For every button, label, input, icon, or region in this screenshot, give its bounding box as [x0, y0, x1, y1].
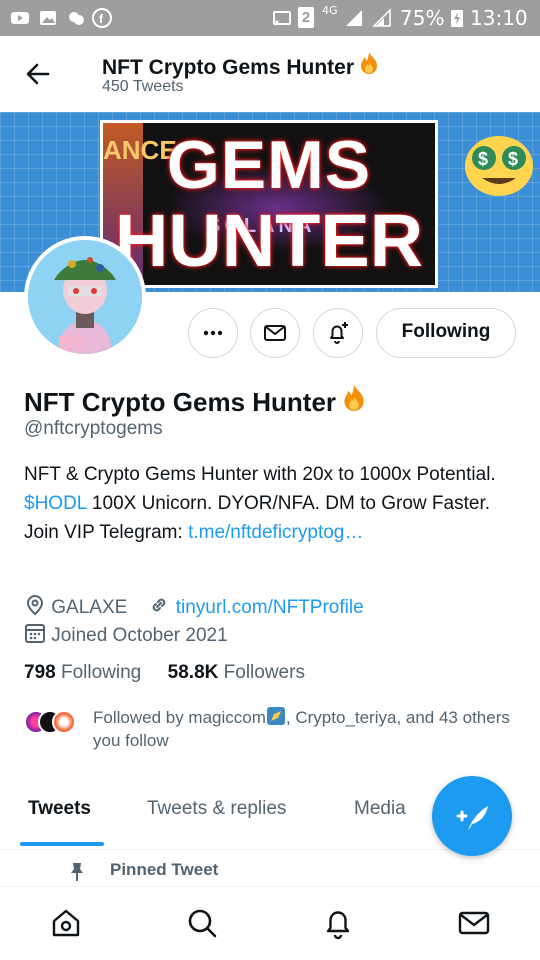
signal-2-icon	[372, 8, 391, 27]
signal-icon	[346, 10, 362, 26]
followed-by-text: Followed by magiccom, Crypto_teriya, and…	[93, 707, 510, 750]
svg-text:BY: BY	[58, 333, 86, 354]
calendar-icon	[25, 624, 45, 643]
meta-location-website: GALAXE tinyurl.com/NFTProfile	[24, 594, 364, 619]
search-icon[interactable]	[184, 905, 220, 941]
banner-line1: GEMS	[166, 127, 372, 203]
sim-badge: 2	[298, 7, 314, 28]
weather-icon	[69, 12, 84, 25]
profile-joined: Joined October 2021	[51, 625, 228, 646]
money-face-icon: $ $	[465, 136, 533, 196]
following-stat[interactable]: 798 Following	[24, 662, 141, 683]
gallery-icon	[40, 11, 56, 25]
profile-location: GALAXE	[51, 597, 128, 618]
pin-icon	[71, 863, 83, 881]
banner-line2: HUNTER	[114, 199, 424, 282]
profile-name: NFT Crypto Gems Hunter	[24, 382, 372, 418]
link-icon	[153, 598, 166, 612]
youtube-icon	[11, 12, 29, 24]
profile-handle: @nftcryptogems	[24, 418, 163, 439]
meta-joined: Joined October 2021	[24, 622, 228, 647]
bell-icon[interactable]	[320, 905, 356, 941]
followed-by[interactable]: Followed by magiccom, Crypto_teriya, and…	[24, 706, 524, 752]
arrow-left-icon[interactable]	[22, 58, 54, 90]
followers-stat[interactable]: 58.8K Followers	[168, 662, 305, 683]
fire-icon	[344, 384, 364, 411]
location-pin-icon	[26, 594, 44, 616]
profile-stats: 798 Following 58.8K Followers	[24, 662, 305, 684]
envelope-icon	[264, 325, 286, 341]
profile-header: NFT Crypto Gems Hunter 450 Tweets	[0, 36, 540, 112]
network-type: 4G	[322, 4, 338, 17]
profile-bio: NFT & Crypto Gems Hunter with 20x to 100…	[24, 460, 520, 547]
envelope-icon[interactable]	[456, 905, 492, 941]
facebook-icon: f	[92, 8, 112, 28]
followers-count: 58.8K	[167, 662, 219, 683]
avatar[interactable]: BY	[24, 236, 146, 358]
header-title: NFT Crypto Gems Hunter	[102, 50, 384, 80]
battery-charging-icon	[451, 10, 463, 27]
tab-tweets-replies[interactable]: Tweets & replies	[147, 798, 286, 820]
svg-text:f: f	[99, 12, 104, 26]
status-bar: f 2 4G 75% 13:10	[0, 0, 540, 36]
battery-percent: 75%	[400, 6, 445, 30]
notify-button[interactable]	[313, 308, 363, 358]
bio-link[interactable]: t.me/nftdeficryptog…	[188, 522, 363, 543]
profile-website-link[interactable]: tinyurl.com/NFTProfile	[176, 597, 364, 618]
message-button[interactable]	[250, 308, 300, 358]
bio-cashtag[interactable]: $HODL	[24, 493, 87, 514]
home-icon[interactable]	[48, 905, 84, 941]
more-icon	[203, 330, 223, 336]
avatar-art: BY	[28, 240, 142, 354]
more-button[interactable]	[188, 308, 238, 358]
clock: 13:10	[470, 6, 528, 30]
tab-media[interactable]: Media	[354, 798, 406, 820]
followers-label: Followers	[223, 662, 305, 683]
pinned-tweet-label: Pinned Tweet	[71, 860, 218, 881]
active-tab-indicator	[20, 842, 104, 846]
tweet-count: 450 Tweets	[102, 78, 184, 95]
bell-plus-icon	[330, 322, 348, 344]
compose-tweet-button[interactable]	[432, 776, 512, 856]
rocket-emoji-icon	[266, 707, 285, 725]
follower-avatar-3	[52, 710, 76, 734]
following-count: 798	[24, 662, 56, 683]
bio-text: NFT & Crypto Gems Hunter with 20x to 100…	[24, 464, 496, 485]
cast-icon	[273, 11, 291, 25]
svg-text:$: $	[508, 149, 518, 169]
fire-icon	[361, 52, 378, 74]
following-button[interactable]: Following	[376, 308, 516, 358]
following-label: Following	[60, 662, 142, 683]
bottom-navigation	[0, 886, 540, 960]
svg-text:$: $	[478, 149, 488, 169]
tab-tweets[interactable]: Tweets	[28, 798, 91, 820]
compose-feather-icon	[456, 806, 488, 830]
